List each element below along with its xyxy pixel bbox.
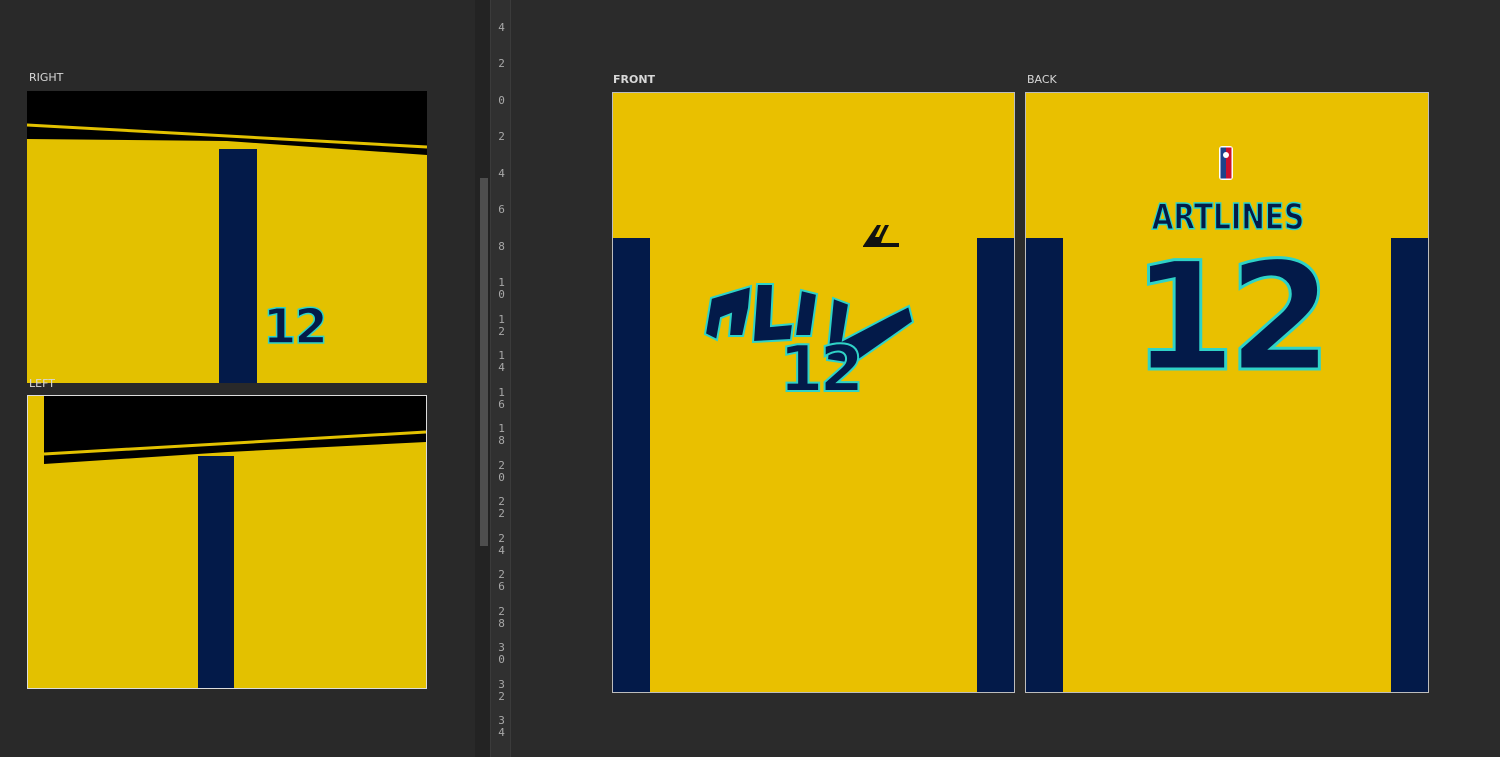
ruler-label: 4: [498, 21, 505, 34]
ruler-label: 4: [498, 167, 505, 180]
vertical-ruler: 4 2 0 2 4 6 8 1 0 1 2 1 4 1 6 1 8 2 0 2 …: [490, 0, 511, 757]
ruler-label: 3 0: [498, 641, 505, 666]
scrollbar-thumb[interactable]: [480, 178, 488, 546]
front-number: 12: [778, 333, 865, 407]
ruler-label: 2 8: [498, 605, 505, 630]
left-side-panel[interactable]: [27, 395, 427, 689]
right-canvas-area: FRONT 12 BACK ARTLINES 12: [511, 0, 1500, 757]
front-right-side-stripe: [977, 238, 1014, 692]
front-jersey-panel[interactable]: 12: [612, 92, 1015, 693]
brand-logo-icon: [863, 225, 899, 247]
ruler-label: 3 4: [498, 714, 505, 739]
right-side-number: 12: [262, 299, 328, 355]
ruler-label: 2: [498, 130, 505, 143]
ruler-label: 1 6: [498, 386, 505, 411]
ruler-label: 6: [498, 203, 505, 216]
ruler-label: 1 4: [498, 349, 505, 374]
ruler-label: 8: [498, 240, 505, 253]
ruler-label: 2 0: [498, 459, 505, 484]
ruler-label: 2 6: [498, 568, 505, 593]
right-panel-label: RIGHT: [29, 71, 64, 84]
nba-logo-icon: [1219, 146, 1233, 180]
front-panel-label: FRONT: [613, 73, 656, 86]
right-side-stripe: [219, 149, 257, 383]
ruler-label: 2 2: [498, 495, 505, 520]
left-panel-label: LEFT: [29, 377, 55, 390]
ruler-label: 0: [498, 94, 505, 107]
ruler-label: 2: [498, 57, 505, 70]
ruler-label: 1 8: [498, 422, 505, 447]
back-number: 12: [1130, 231, 1334, 405]
ruler-label: 3 2: [498, 678, 505, 703]
back-jersey-panel[interactable]: ARTLINES 12: [1025, 92, 1429, 693]
left-side-stripe: [198, 456, 234, 688]
right-side-panel[interactable]: 12: [27, 91, 427, 383]
back-panel-label: BACK: [1027, 73, 1057, 86]
ruler-label: 1 0: [498, 276, 505, 301]
ruler-label: 2 4: [498, 532, 505, 557]
front-left-side-stripe: [613, 238, 650, 692]
left-canvas-area: RIGHT 12 LEFT: [0, 0, 475, 757]
ruler-label: 1 2: [498, 313, 505, 338]
